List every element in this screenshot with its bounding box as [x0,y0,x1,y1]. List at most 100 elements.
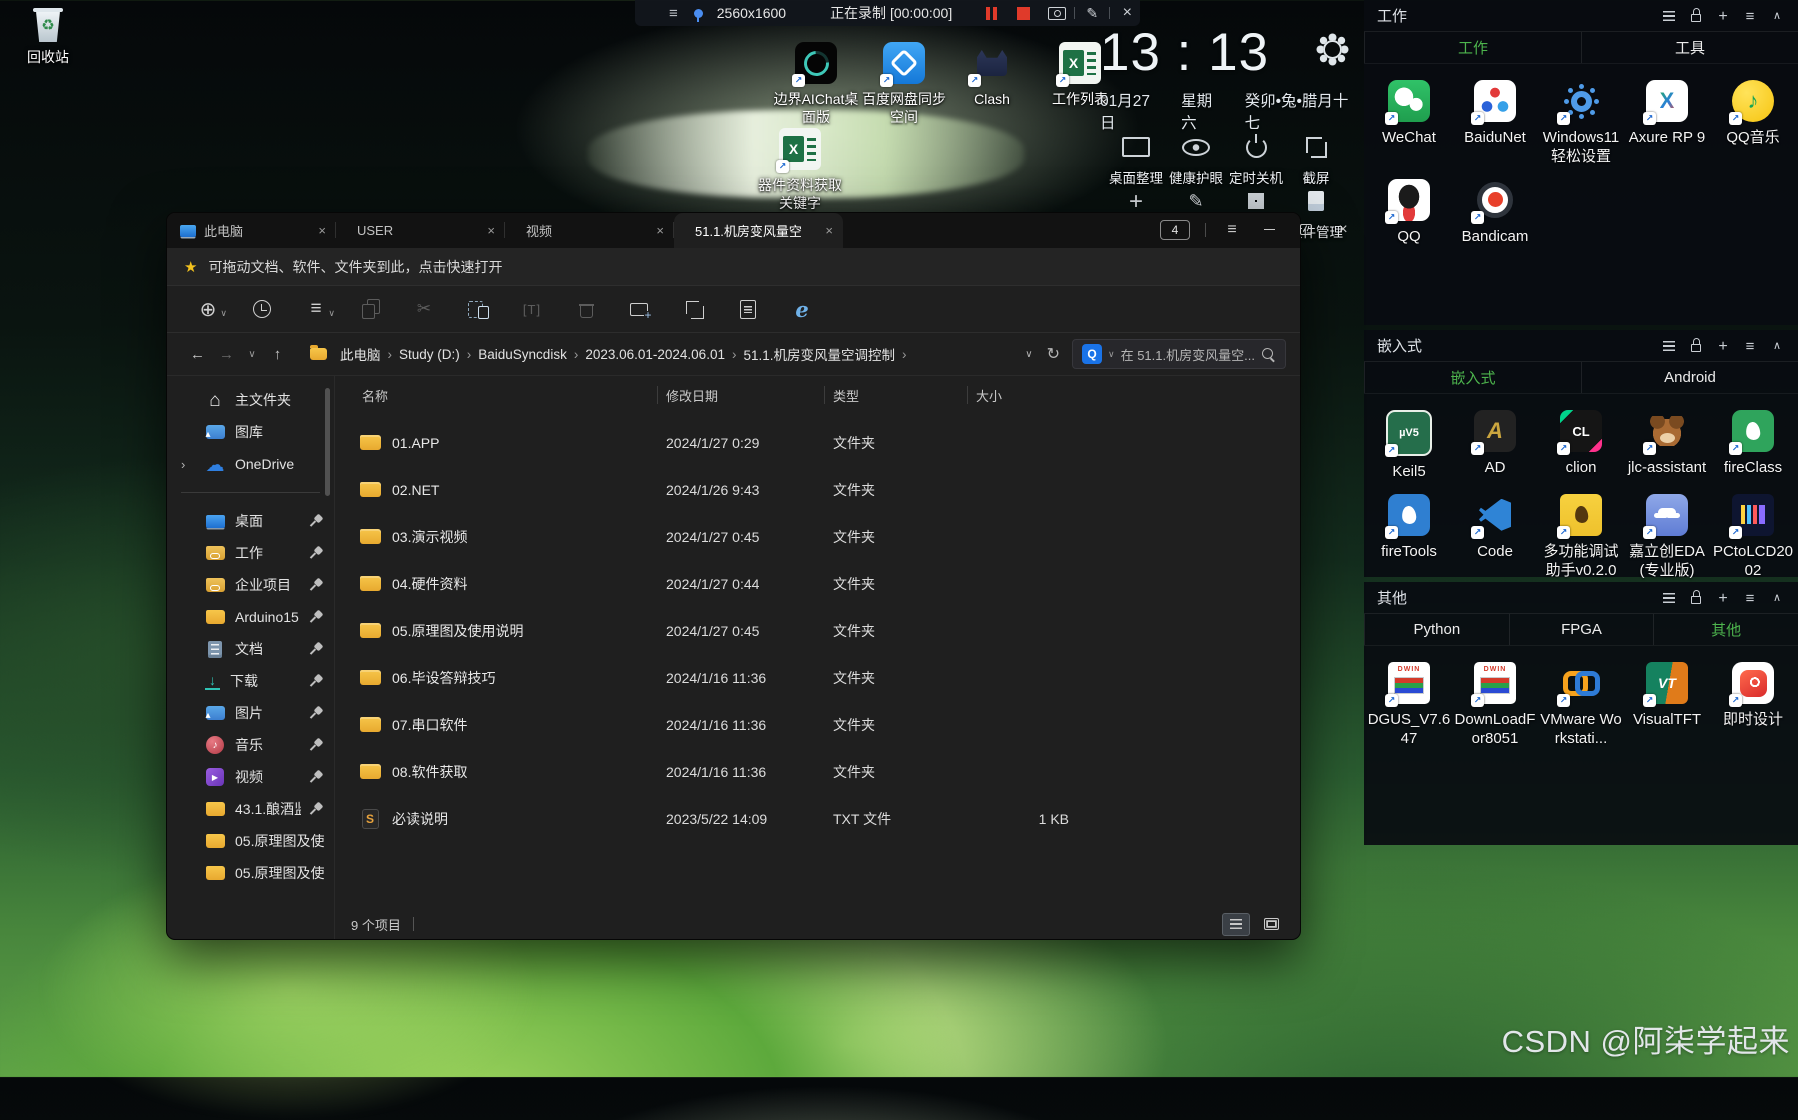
tab-count-badge[interactable]: 4 [1160,219,1190,240]
file-row[interactable]: 04.硬件资料 2024/1/27 0:44 文件夹 [335,560,1300,607]
search-dropdown-icon[interactable]: ∨ [1108,349,1115,360]
breadcrumb-item[interactable]: BaiduSyncdisk [476,347,569,362]
tab-close-icon[interactable] [314,223,330,238]
tab-close-icon[interactable] [821,223,837,238]
search-input[interactable]: 在 51.1.机房变风量空... [1121,345,1255,364]
breadcrumb-item[interactable]: 此电脑 [338,344,383,364]
toolbar-button[interactable] [613,293,667,325]
add-icon[interactable] [1715,590,1731,606]
address-dropdown-icon[interactable]: ∨ [1025,349,1032,360]
sidebar-item[interactable]: 05.原理图及使用 [167,857,334,889]
sidebar-item[interactable]: 文档 [167,633,334,665]
list-view-icon[interactable] [1661,590,1677,606]
window-menu-icon[interactable] [1221,219,1243,241]
history-chevron-icon[interactable]: ∨ [241,349,263,360]
app-shortcut[interactable]: fireTools [1366,493,1452,581]
file-row[interactable]: 08.软件获取 2024/1/16 11:36 文件夹 [335,748,1300,795]
file-row[interactable]: 必读说明 2023/5/22 14:09 TXT 文件 1 KB [335,795,1300,842]
quick-tool[interactable]: 桌面整理 [1106,134,1166,187]
app-shortcut[interactable]: WeChat [1366,80,1452,167]
thumbnail-view-button[interactable] [1258,914,1284,935]
explorer-tab[interactable]: 51.1.机房变风量空 [674,213,843,248]
sidebar-item[interactable]: Arduino15 [167,601,334,633]
file-row[interactable]: 05.原理图及使用说明 2024/1/27 0:45 文件夹 [335,607,1300,654]
recording-toolbar[interactable]: 2560x1600 正在录制 [00:00:00] [635,0,1140,26]
breadcrumb[interactable]: 此电脑 Study (D:) BaiduSyncdisk 202 [300,339,1015,369]
panel-tab[interactable]: 工作 [1364,32,1581,63]
file-row[interactable]: 07.串口软件 2024/1/16 11:36 文件夹 [335,701,1300,748]
tab-close-icon[interactable] [652,223,668,238]
quick-tool[interactable]: 健康护眼 [1166,134,1226,187]
back-icon[interactable]: ← [183,346,212,363]
app-shortcut[interactable]: clion [1538,410,1624,482]
refresh-icon[interactable] [1047,344,1060,364]
app-shortcut[interactable]: PCtoLCD2002 [1710,493,1796,581]
app-shortcut[interactable]: VisualTFT [1624,662,1710,749]
close-recorder-button[interactable] [1116,4,1138,22]
up-icon[interactable]: ↑ [263,346,292,363]
sidebar-item[interactable]: OneDrive [167,448,334,480]
expand-chevron-icon[interactable] [181,457,191,472]
quick-tool[interactable]: 定时关机 [1226,134,1286,187]
app-shortcut[interactable]: Windows11轻松设置 [1538,80,1624,167]
collapse-chevron-icon[interactable] [1769,8,1785,24]
menu-icon[interactable] [1742,8,1758,24]
sidebar-item[interactable]: 图库 [167,416,334,448]
column-name[interactable]: 名称 [335,386,657,405]
toolbar-button[interactable] [505,293,559,325]
sidebar-item[interactable]: 图片 [167,697,334,729]
search-icon[interactable] [1261,347,1276,362]
column-size[interactable]: 大小 [968,386,1088,405]
file-row[interactable]: 01.APP 2024/1/27 0:29 文件夹 [335,419,1300,466]
column-date[interactable]: 修改日期 [658,386,824,405]
details-view-button[interactable] [1222,912,1250,936]
app-shortcut[interactable]: fireClass [1710,410,1796,482]
app-shortcut[interactable]: AD [1452,410,1538,482]
explorer-tab[interactable]: 视频 [505,213,674,248]
app-shortcut[interactable]: 多功能调试助手v0.2.0 [1538,493,1624,581]
desktop-shortcut[interactable]: 边界AIChat桌面版 [772,42,860,126]
app-shortcut[interactable]: BaiduNet [1452,80,1538,167]
list-view-icon[interactable] [1661,338,1677,354]
maximize-button[interactable] [1295,219,1317,241]
toolbar-button[interactable] [289,293,343,325]
app-shortcut[interactable]: Keil5 [1366,410,1452,482]
app-shortcut[interactable]: Axure RP 9 [1624,80,1710,167]
toolbar-button[interactable] [721,293,775,325]
stop-button[interactable] [1012,4,1034,22]
lock-icon[interactable] [1688,590,1704,606]
sidebar-item[interactable]: 视频 [167,761,334,793]
pause-button[interactable] [980,4,1002,22]
toolbar-button[interactable] [343,293,397,325]
collapse-chevron-icon[interactable] [1769,590,1785,606]
menu-icon[interactable] [669,5,678,22]
explorer-tab[interactable]: USER [336,213,505,248]
sidebar-item[interactable]: 05.原理图及使用 [167,825,334,857]
panel-tab[interactable]: 其他 [1653,614,1798,645]
sidebar-item[interactable]: 主文件夹 [167,384,334,416]
file-row[interactable]: 06.毕设答辩技巧 2024/1/16 11:36 文件夹 [335,654,1300,701]
breadcrumb-item[interactable]: Study (D:) [397,347,462,362]
draw-pencil-button[interactable] [1081,4,1103,22]
minimize-button[interactable] [1258,219,1280,241]
app-shortcut[interactable]: QQ音乐 [1710,80,1796,167]
panel-tab[interactable]: Python [1364,614,1509,645]
panel-tab[interactable]: Android [1581,362,1798,393]
column-type[interactable]: 类型 [825,386,967,405]
toolbar-button[interactable] [667,293,721,325]
sidebar-item[interactable]: 企业项目 [167,569,334,601]
quick-tool[interactable]: 截屏 [1286,134,1346,187]
desktop-shortcut-selected[interactable]: 器件资料获取 关键字 [752,128,848,212]
recycle-bin[interactable]: 回收站 [18,8,78,66]
sidebar-item[interactable]: 43.1.酿酒监测 [167,793,334,825]
desktop-shortcut[interactable]: Clash [948,42,1036,126]
add-icon[interactable] [1715,8,1731,24]
quick-open-banner[interactable]: 可拖动文档、软件、文件夹到此，点击快速打开 [167,248,1300,286]
menu-icon[interactable] [1742,338,1758,354]
list-view-icon[interactable] [1661,8,1677,24]
breadcrumb-item[interactable]: 2023.06.01-2024.06.01 [583,347,727,362]
sidebar-item[interactable]: 工作 [167,537,334,569]
app-shortcut[interactable]: jlc-assistant [1624,410,1710,482]
panel-tab[interactable]: FPGA [1508,614,1654,645]
explorer-tab[interactable]: 此电脑 [167,213,336,248]
